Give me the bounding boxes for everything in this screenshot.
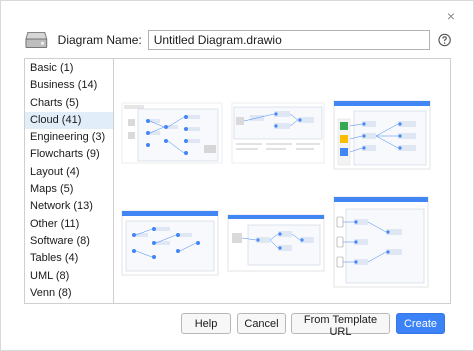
create-button[interactable]: Create [396, 313, 445, 334]
category-sidebar: Basic (1) Business (14) Charts (5) Cloud… [24, 58, 113, 304]
sidebar-item-software[interactable]: Software (8) [25, 233, 113, 250]
diagram-name-row: Diagram Name: [25, 28, 451, 52]
sidebar-item-charts[interactable]: Charts (5) [25, 95, 113, 112]
template-preview-area [113, 58, 451, 304]
help-button[interactable]: Help [181, 313, 231, 334]
help-icon[interactable] [438, 33, 451, 47]
template-thumbnail-2[interactable] [231, 102, 325, 164]
template-thumbnail-5[interactable] [227, 214, 325, 272]
dialog-buttons: Help Cancel From Template URL Create [1, 313, 474, 338]
sidebar-item-tables[interactable]: Tables (4) [25, 250, 113, 267]
from-template-url-button[interactable]: From Template URL [291, 313, 390, 338]
template-thumbnail-1[interactable] [121, 102, 223, 164]
new-diagram-dialog: × Diagram Name: Basic (1) Business (14) … [0, 0, 474, 351]
disk-icon [25, 31, 48, 49]
sidebar-item-engineering[interactable]: Engineering (3) [25, 129, 113, 146]
sidebar-item-uml[interactable]: UML (8) [25, 268, 113, 285]
template-thumbnail-3[interactable] [333, 100, 431, 170]
sidebar-item-maps[interactable]: Maps (5) [25, 181, 113, 198]
diagram-name-input[interactable] [147, 30, 430, 50]
template-thumbnail-4[interactable] [121, 210, 219, 276]
template-thumbnail-6[interactable] [333, 196, 429, 288]
sidebar-item-cloud[interactable]: Cloud (41) [25, 111, 113, 130]
sidebar-item-network[interactable]: Network (13) [25, 198, 113, 215]
sidebar-item-business[interactable]: Business (14) [25, 77, 113, 94]
sidebar-item-layout[interactable]: Layout (4) [25, 164, 113, 181]
close-icon[interactable]: × [447, 9, 455, 23]
diagram-name-label: Diagram Name: [57, 33, 142, 47]
cancel-button[interactable]: Cancel [237, 313, 286, 334]
sidebar-item-venn[interactable]: Venn (8) [25, 285, 113, 302]
sidebar-item-other[interactable]: Other (11) [25, 216, 113, 233]
sidebar-item-basic[interactable]: Basic (1) [25, 60, 113, 77]
sidebar-item-flowcharts[interactable]: Flowcharts (9) [25, 146, 113, 163]
